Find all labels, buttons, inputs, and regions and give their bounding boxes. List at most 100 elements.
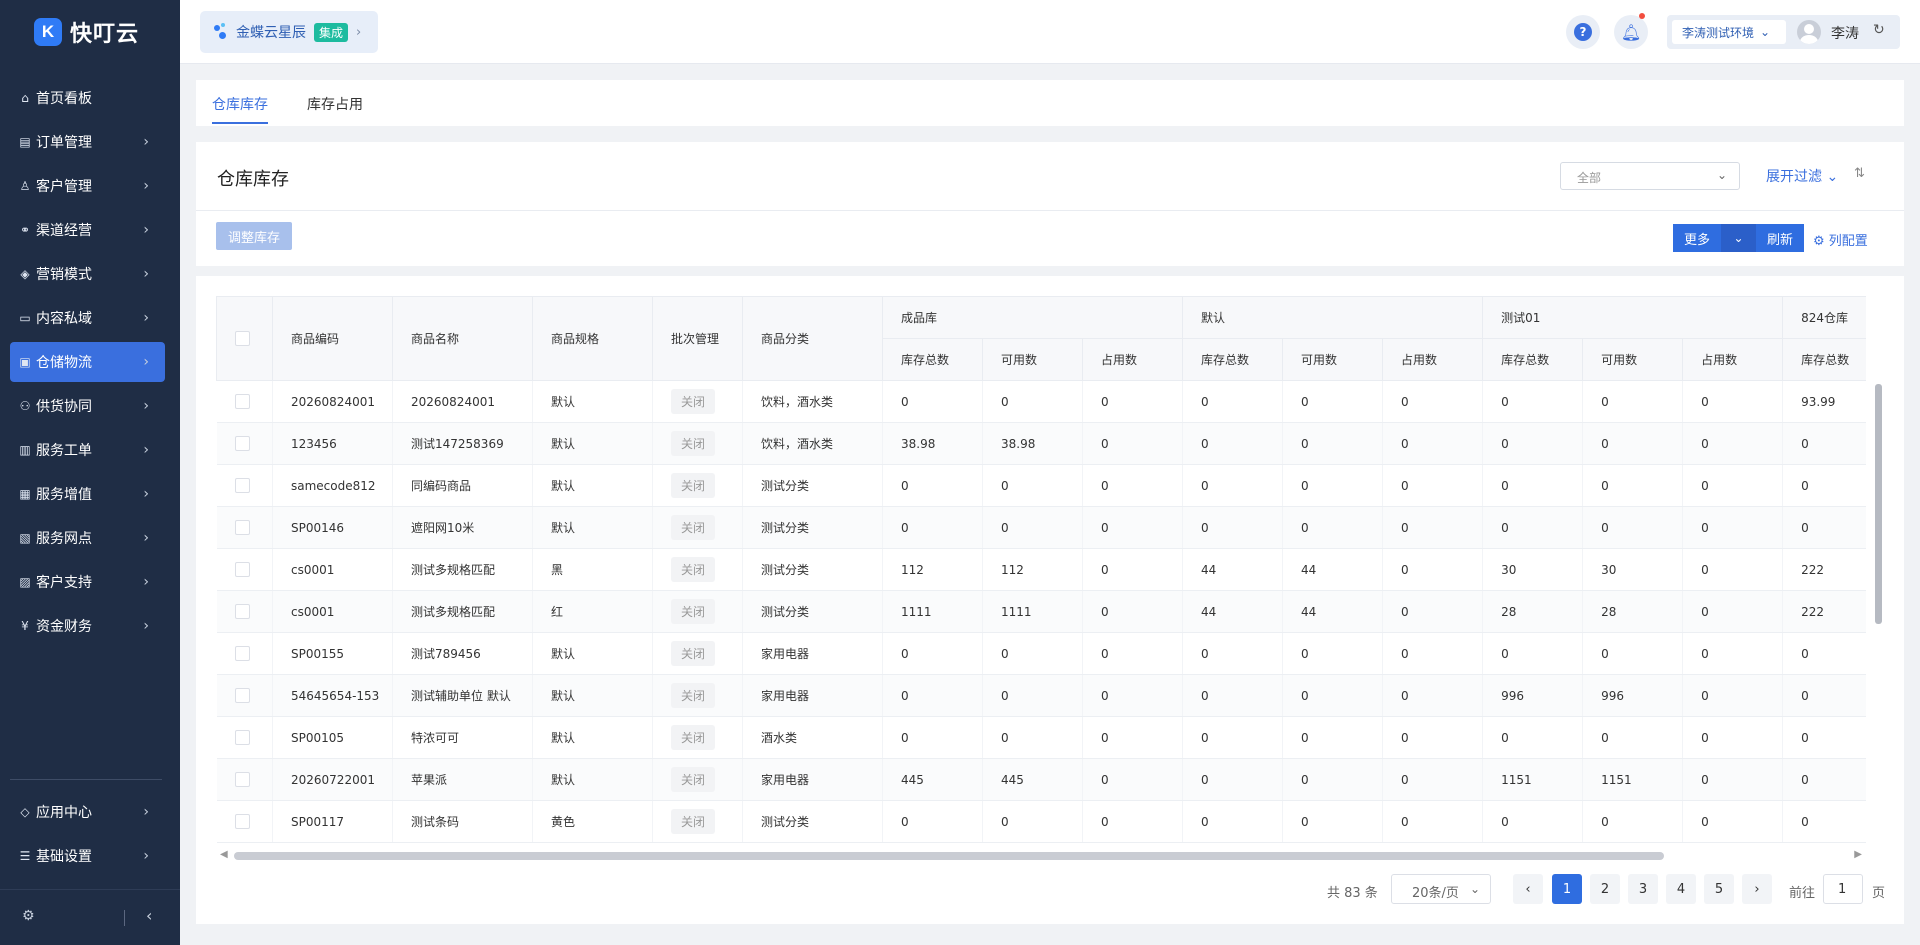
vertical-scroll-thumb[interactable] [1875,384,1882,624]
table-row[interactable]: 20260722001 苹果派 默认 关闭 家用电器 445 445 0 0 0 0 1151 1151… [216,758,1866,801]
horizontal-scroll-thumb[interactable] [234,852,1664,860]
row-checkbox[interactable] [234,772,250,787]
table-cell: 0 [1782,716,1866,759]
stock-column-header[interactable]: 可用数 [1282,338,1384,381]
more-button[interactable]: 更多 [1673,224,1721,252]
logo[interactable]: K 快叮云 [34,16,139,48]
page-button-2[interactable]: 2 [1590,874,1620,904]
sidebar-item-1[interactable]: ◇ 应用中心 › [10,792,165,832]
collapse-sidebar-icon[interactable]: ‹ [146,906,152,925]
page-button-4[interactable]: 4 [1666,874,1696,904]
scroll-left-icon[interactable]: ◀ [220,849,228,860]
sidebar-item-label: 应用中心 [36,805,92,821]
sidebar-item-7[interactable]: ▣ 仓储物流 › [10,342,165,382]
sidebar-item-13[interactable]: ¥ 资金财务 › [10,606,165,646]
batch-status-tag: 关闭 [671,389,716,414]
env-select[interactable]: 李涛测试环境 ⌄ [1672,20,1786,44]
row-checkbox[interactable] [234,478,250,493]
table-row[interactable]: SP00117 测试条码 黄色 关闭 测试分类 0 0 0 0 0 0 0 0 0 0 [216,800,1866,843]
user-name[interactable]: 李涛 [1831,23,1859,43]
stock-column-header[interactable]: 占用数 [1682,338,1784,381]
page-button-5[interactable]: 5 [1704,874,1734,904]
column-header[interactable]: 批次管理 [652,296,743,381]
sidebar-divider [10,779,162,780]
refresh-icon[interactable]: ↻ [1873,22,1885,38]
table-row[interactable]: SP00146 遮阳网10米 默认 关闭 测试分类 0 0 0 0 0 0 0 0 0 0 [216,506,1866,549]
horizontal-scrollbar[interactable]: ◀ ▶ [216,849,1866,862]
table-row[interactable]: 54645654-153 测试辅助单位 默认 默认 关闭 家用电器 0 0 0 0 0 0 996 99… [216,674,1866,717]
sidebar-item-9[interactable]: ▥ 服务工单 › [10,430,165,470]
stock-column-header[interactable]: 库存总数 [1782,338,1866,381]
prev-page-button[interactable]: ‹ [1513,874,1543,904]
page-size-select[interactable]: 20条/页 ⌄ [1391,874,1491,904]
row-checkbox[interactable] [234,604,250,619]
vertical-scrollbar[interactable] [1875,384,1882,834]
table-row[interactable]: SP00155 测试789456 默认 关闭 家用电器 0 0 0 0 0 0 0 0 0 0 [216,632,1866,675]
table-row[interactable]: 123456 测试147258369 默认 关闭 饮料，酒水类 38.98 38.98 0 0 0… [216,422,1866,465]
adjust-stock-button[interactable]: 调整库存 [216,222,292,250]
scroll-right-icon[interactable]: ▶ [1854,849,1862,860]
table-row[interactable]: samecode812 同编码商品 默认 关闭 测试分类 0 0 0 0 0 0 0 0 0 0 [216,464,1866,507]
tab-warehouse-stock[interactable]: 仓库库存 [212,94,268,114]
sidebar-item-2[interactable]: ☰ 基础设置 › [10,836,165,876]
row-checkbox[interactable] [234,814,250,829]
sidebar-item-2[interactable]: ▤ 订单管理 › [10,122,165,162]
header-card: 仓库库存 全部 ⌄ 展开过滤 ⌄ ⇅ 调整库存 更多 ⌄ 刷新 ⚙ 列配置 [196,142,1904,266]
refresh-button[interactable]: 刷新 [1756,224,1804,252]
stock-column-header[interactable]: 库存总数 [1482,338,1584,381]
sidebar-item-12[interactable]: ▨ 客户支持 › [10,562,165,602]
stock-column-header[interactable]: 占用数 [1081,338,1184,381]
row-checkbox[interactable] [234,436,250,451]
column-config-button[interactable]: ⚙ 列配置 [1813,230,1868,249]
row-checkbox[interactable] [234,730,250,745]
sidebar-item-5[interactable]: ◈ 营销模式 › [10,254,165,294]
stock-column-header[interactable]: 可用数 [1582,338,1684,381]
table-cell: 0 [1682,674,1784,717]
tab-stock-occupied[interactable]: 库存占用 [307,94,363,114]
table-cell: 0 [1682,758,1784,801]
gear-icon[interactable]: ⚙ [22,908,35,924]
sidebar-item-3[interactable]: ♙ 客户管理 › [10,166,165,206]
row-checkbox[interactable] [234,520,250,535]
chevron-right-icon: › [143,310,149,326]
column-header[interactable]: 商品规格 [532,296,653,381]
table-row[interactable]: 20260824001 20260824001 默认 关闭 饮料，酒水类 0 0 0 0 0 0 0 0… [216,380,1866,423]
row-checkbox[interactable] [234,562,250,577]
stock-column-header[interactable]: 可用数 [982,338,1083,381]
next-page-button[interactable]: › [1742,874,1772,904]
more-dropdown-button[interactable]: ⌄ [1721,224,1756,252]
expand-filter-button[interactable]: 展开过滤 ⌄ [1766,166,1838,186]
sidebar-item-10[interactable]: ▦ 服务增值 › [10,474,165,514]
table-row[interactable]: SP00105 特浓可可 默认 关闭 酒水类 0 0 0 0 0 0 0 0 0 0 [216,716,1866,759]
row-checkbox[interactable] [234,646,250,661]
goto-page-input[interactable]: 1 [1823,874,1863,904]
sidebar-item-8[interactable]: ⚇ 供货协同 › [10,386,165,426]
logo-mark-icon: K [34,18,62,46]
integration-app-chip[interactable]: 金蝶云星辰 集成 › [200,11,378,53]
scope-select[interactable]: 全部 ⌄ [1560,162,1740,190]
help-button[interactable]: ? [1566,15,1600,49]
sidebar-item-4[interactable]: ⚭ 渠道经营 › [10,210,165,250]
sidebar-item-1[interactable]: ⌂ 首页看板 [10,78,165,118]
table-row[interactable]: cs0001 测试多规格匹配红关闭 测试分类 1111 1111 0 44 44 0 28 28 0 2… [216,590,1866,633]
column-header[interactable]: 商品名称 [392,296,533,381]
avatar[interactable] [1797,20,1821,44]
column-header[interactable]: 商品编码 [272,296,393,381]
row-checkbox[interactable] [234,688,250,703]
select-all-checkbox[interactable] [235,331,250,346]
row-checkbox[interactable] [234,394,250,409]
column-header[interactable]: 商品分类 [742,296,883,381]
table-cell: 苹果派 [392,758,533,801]
stock-column-header[interactable]: 库存总数 [882,338,983,381]
table-cell: 0 [1782,506,1866,549]
sidebar-item-11[interactable]: ▧ 服务网点 › [10,518,165,558]
page-button-3[interactable]: 3 [1628,874,1658,904]
stock-column-header[interactable]: 库存总数 [1182,338,1284,381]
table-row[interactable]: cs0001 测试多规格匹配黑关闭 测试分类 112 112 0 44 44 0 30 30 0 222 [216,548,1866,591]
sort-icon[interactable]: ⇅ [1854,166,1865,181]
order-icon: ▤ [19,135,31,149]
stock-column-header[interactable]: 占用数 [1382,338,1484,381]
sidebar-item-6[interactable]: ▭ 内容私域 › [10,298,165,338]
notification-button[interactable]: 🔔︎ [1614,13,1648,49]
page-button-1[interactable]: 1 [1552,874,1582,904]
